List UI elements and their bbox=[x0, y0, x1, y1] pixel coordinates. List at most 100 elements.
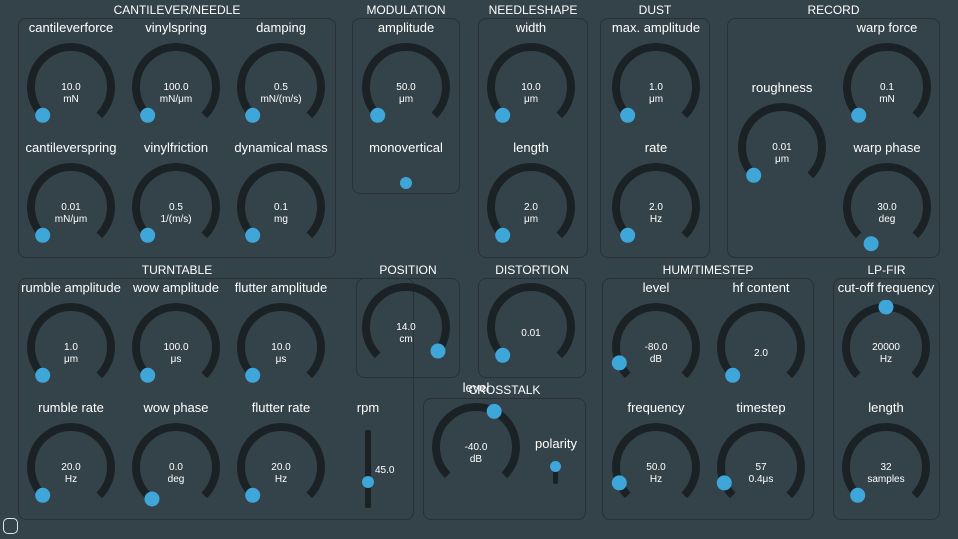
timestep-knob[interactable]: timestep 57 0.4μs bbox=[706, 400, 816, 520]
knob-handle[interactable] bbox=[878, 300, 894, 315]
knob-value: 30.0 bbox=[877, 202, 897, 213]
knob-handle[interactable] bbox=[495, 227, 511, 243]
rumble-amplitude-knob[interactable]: rumble amplitude 1.0 μm bbox=[16, 280, 126, 400]
knob-handle[interactable] bbox=[245, 487, 261, 503]
roughness-value-display: 0.01 μm bbox=[727, 142, 837, 166]
position-knob[interactable]: 14.0 cm bbox=[351, 260, 461, 380]
knob-handle[interactable] bbox=[620, 107, 636, 123]
rate-value-display: 2.0 Hz bbox=[601, 202, 711, 226]
turntable-group-title: TURNTABLE bbox=[141, 263, 213, 277]
crosstalk-level-label: level bbox=[462, 380, 490, 395]
knob-unit: mN bbox=[63, 94, 79, 105]
flutter-amplitude-value-display: 10.0 μs bbox=[226, 342, 336, 366]
cantileverforce-value-display: 10.0 mN bbox=[16, 82, 126, 106]
monovertical-handle[interactable] bbox=[400, 177, 412, 189]
knob-value: 1.0 bbox=[649, 82, 663, 93]
knob-handle[interactable] bbox=[486, 403, 502, 419]
knob-handle[interactable] bbox=[850, 487, 866, 503]
knob-unit: Hz bbox=[649, 214, 663, 225]
vinylfriction-value-display: 0.5 1/(m/s) bbox=[121, 202, 231, 226]
hum-level-knob[interactable]: level -80.0 dB bbox=[601, 280, 711, 400]
knob-handle[interactable] bbox=[35, 107, 51, 123]
rate-label: rate bbox=[644, 140, 668, 155]
max-amplitude-knob[interactable]: max. amplitude 1.0 μm bbox=[601, 20, 711, 140]
distortion-knob[interactable]: 0.01 bbox=[476, 260, 586, 380]
knob-handle[interactable] bbox=[863, 236, 879, 252]
crosstalk-level-value-display: -40.0 dB bbox=[421, 442, 531, 466]
knob-handle[interactable] bbox=[140, 227, 156, 243]
rpm-slider[interactable]: rpm 45.0 bbox=[348, 400, 408, 510]
knob-unit: mN/μm bbox=[54, 214, 88, 225]
cantileverspring-knob[interactable]: cantileverspring 0.01 mN/μm bbox=[16, 140, 126, 260]
flutter-amplitude-knob[interactable]: flutter amplitude 10.0 μs bbox=[226, 280, 336, 400]
cantilever-group-title: CANTILEVER/NEEDLE bbox=[113, 3, 241, 17]
knob-unit: 1/(m/s) bbox=[160, 214, 192, 225]
monovertical-slider[interactable]: monovertical bbox=[352, 140, 460, 192]
amplitude-knob[interactable]: amplitude 50.0 μm bbox=[351, 20, 461, 140]
warp-force-knob[interactable]: warp force 0.1 mN bbox=[832, 20, 942, 140]
cantileverforce-knob[interactable]: cantileverforce 10.0 mN bbox=[16, 20, 126, 140]
knob-handle[interactable] bbox=[140, 367, 156, 383]
wow-amplitude-knob[interactable]: wow amplitude 100.0 μs bbox=[121, 280, 231, 400]
polarity-handle[interactable] bbox=[550, 461, 561, 472]
polarity-slider[interactable]: polarity bbox=[528, 436, 584, 486]
flutter-rate-knob[interactable]: flutter rate 20.0 Hz bbox=[226, 400, 336, 520]
frequency-value-display: 50.0 Hz bbox=[601, 462, 711, 486]
knob-handle[interactable] bbox=[245, 107, 261, 123]
vinylfriction-knob[interactable]: vinylfriction 0.5 1/(m/s) bbox=[121, 140, 231, 260]
flutter-amplitude-label: flutter amplitude bbox=[234, 280, 328, 295]
vinylspring-knob[interactable]: vinylspring 100.0 mN/μm bbox=[121, 20, 231, 140]
corner-button[interactable] bbox=[3, 518, 18, 534]
knob-handle[interactable] bbox=[620, 227, 636, 243]
knob-value: -40.0 bbox=[464, 442, 488, 453]
wow-phase-knob[interactable]: wow phase 0.0 deg bbox=[121, 400, 231, 520]
knob-value: 50.0 bbox=[396, 82, 416, 93]
fir-length-knob[interactable]: length 32 samples bbox=[831, 400, 941, 520]
length-value-display: 2.0 μm bbox=[476, 202, 586, 226]
knob-track bbox=[717, 303, 805, 379]
knob-handle[interactable] bbox=[851, 107, 867, 123]
knob-handle[interactable] bbox=[746, 167, 762, 183]
knob-handle[interactable] bbox=[35, 227, 51, 243]
knob-handle[interactable] bbox=[144, 491, 160, 507]
max-amplitude-value-display: 1.0 μm bbox=[601, 82, 711, 106]
dynamical-mass-knob[interactable]: dynamical mass 0.1 mg bbox=[226, 140, 336, 260]
cutoff-value-display: 20000 Hz bbox=[831, 342, 941, 366]
roughness-knob[interactable]: roughness 0.01 μm bbox=[727, 80, 837, 200]
knob-unit: Hz bbox=[879, 354, 893, 365]
knob-handle[interactable] bbox=[725, 367, 741, 383]
knob-value: 0.1 bbox=[880, 82, 894, 93]
damping-knob[interactable]: damping 0.5 mN/(m/s) bbox=[226, 20, 336, 140]
knob-handle[interactable] bbox=[35, 367, 51, 383]
rpm-handle[interactable] bbox=[362, 476, 374, 489]
dynamical-mass-value-display: 0.1 mg bbox=[226, 202, 336, 226]
wow-amplitude-value-display: 100.0 μs bbox=[121, 342, 231, 366]
width-knob[interactable]: width 10.0 μm bbox=[476, 20, 586, 140]
knob-handle[interactable] bbox=[245, 227, 261, 243]
knob-handle[interactable] bbox=[495, 347, 511, 363]
knob-handle[interactable] bbox=[245, 367, 261, 383]
hf-content-knob[interactable]: hf content 2.0 bbox=[706, 280, 816, 400]
dust-rate-knob[interactable]: rate 2.0 Hz bbox=[601, 140, 711, 260]
knob-handle[interactable] bbox=[495, 107, 511, 123]
knob-value: 14.0 bbox=[396, 322, 416, 333]
hum-frequency-knob[interactable]: frequency 50.0 Hz bbox=[601, 400, 711, 520]
knob-value: 2.0 bbox=[524, 202, 538, 213]
knob-unit: mN bbox=[879, 94, 895, 105]
warp-phase-knob[interactable]: warp phase 30.0 deg bbox=[832, 140, 942, 260]
cutoff-frequency-knob[interactable]: cut-off frequency 20000 Hz bbox=[831, 280, 941, 400]
fir-length-label: length bbox=[868, 400, 904, 415]
knob-track bbox=[487, 283, 575, 359]
knob-value: 0.01 bbox=[61, 202, 81, 213]
needle-length-knob[interactable]: length 2.0 μm bbox=[476, 140, 586, 260]
knob-handle[interactable] bbox=[35, 487, 51, 503]
knob-unit: mN/(m/s) bbox=[260, 94, 302, 105]
rumble-rate-value-display: 20.0 Hz bbox=[16, 462, 126, 486]
rpm-track[interactable] bbox=[365, 430, 371, 508]
knob-handle[interactable] bbox=[370, 107, 386, 123]
knob-unit: μm bbox=[523, 214, 539, 225]
rumble-rate-knob[interactable]: rumble rate 20.0 Hz bbox=[16, 400, 126, 520]
knob-handle[interactable] bbox=[140, 107, 156, 123]
knob-value: 20000 bbox=[872, 342, 900, 353]
crosstalk-level-knob[interactable]: level -40.0 dB bbox=[421, 380, 531, 500]
